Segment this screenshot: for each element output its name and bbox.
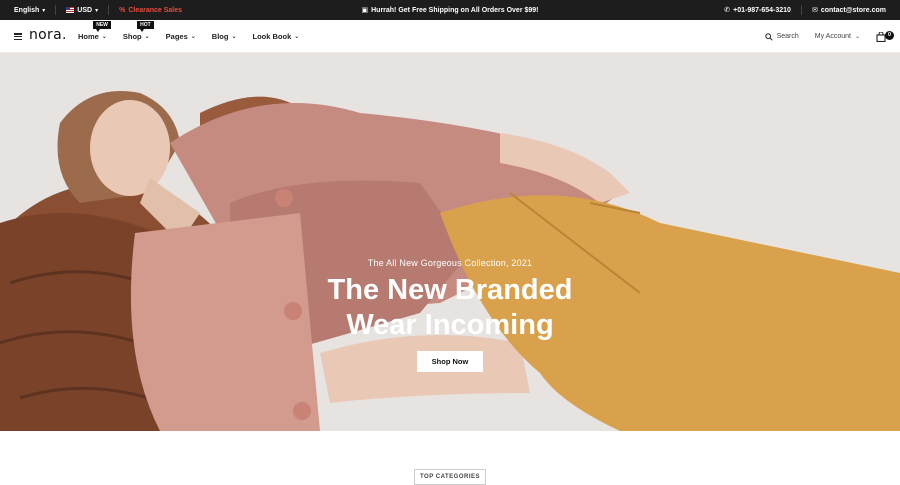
- currency-label: USD: [77, 6, 93, 14]
- divider: [108, 5, 110, 15]
- us-flag-icon: [66, 7, 75, 13]
- account-menu[interactable]: My Account ⌄: [815, 33, 860, 40]
- nav-label: Pages: [165, 32, 188, 41]
- email-text: contact@store.com: [820, 6, 886, 14]
- hot-badge: HOT: [137, 21, 154, 32]
- chevron-down-icon: ⌄: [854, 34, 860, 40]
- chevron-down-icon: ⌄: [101, 34, 107, 40]
- language-selector[interactable]: English ▾: [14, 7, 45, 14]
- main-nav: Home ⌄ NEW Shop ⌄ HOT Pages ⌄ Blog ⌄ Loo…: [78, 20, 299, 53]
- shop-now-button[interactable]: Shop Now: [417, 351, 483, 372]
- top-bar: English ▾ USD ▾ % Clearance Sales ▣ Hurr…: [0, 0, 900, 20]
- site-logo[interactable]: nora.: [29, 27, 67, 43]
- cart-count-badge: 0: [885, 30, 894, 40]
- menu-icon[interactable]: [14, 33, 22, 40]
- hero-content: The All New Gorgeous Collection, 2021 Th…: [0, 53, 900, 431]
- nav-item-shop[interactable]: Shop ⌄ HOT: [122, 21, 154, 41]
- gift-icon: ▣: [361, 7, 369, 14]
- currency-selector[interactable]: USD ▾: [66, 7, 98, 14]
- account-label: My Account: [814, 33, 851, 40]
- nav-item-pages[interactable]: Pages ⌄: [166, 32, 196, 41]
- mail-icon: ✉: [811, 7, 818, 14]
- percent-icon: %: [119, 6, 126, 14]
- top-categories-label: TOP CATEGORIES: [414, 469, 486, 485]
- clearance-link[interactable]: % Clearance Sales: [119, 7, 182, 14]
- promo-text: Hurrah! Get Free Shipping on All Orders …: [371, 6, 539, 14]
- nav-item-look-book[interactable]: Look Book ⌄: [253, 32, 300, 41]
- phone-icon: ✆: [724, 7, 731, 14]
- divider: [55, 5, 57, 15]
- nav-label: Look Book: [252, 32, 292, 41]
- phone-text: +01-987-654-3210: [733, 6, 791, 14]
- search-icon: [764, 32, 773, 41]
- nav-label: Home: [78, 32, 99, 41]
- language-label: English: [14, 6, 40, 14]
- hero-subtitle: The All New Gorgeous Collection, 2021: [367, 258, 533, 268]
- chevron-down-icon: ▾: [42, 7, 46, 14]
- email-link[interactable]: ✉ contact@store.com: [811, 6, 886, 15]
- chevron-down-icon: ⌄: [231, 34, 237, 40]
- search-button[interactable]: Search: [764, 32, 799, 41]
- nav-label: Shop: [122, 32, 142, 41]
- clearance-label: Clearance Sales: [128, 6, 183, 14]
- chevron-down-icon: ⌄: [190, 34, 196, 40]
- chevron-down-icon: ⌄: [144, 34, 150, 40]
- nav-item-home[interactable]: Home ⌄ NEW: [78, 21, 111, 41]
- phone-link[interactable]: ✆ +01-987-654-3210: [724, 6, 791, 15]
- divider: [800, 5, 802, 15]
- chevron-down-icon: ⌄: [294, 34, 300, 40]
- hero-title-line2: Wear Incoming: [346, 309, 554, 341]
- new-badge: NEW: [93, 21, 111, 32]
- cart-button[interactable]: 0: [876, 30, 894, 42]
- hero-title-line1: The New Branded: [327, 274, 573, 306]
- promo-message: ▣ Hurrah! Get Free Shipping on All Order…: [361, 6, 539, 15]
- search-label: Search: [776, 33, 799, 40]
- hero-banner: The All New Gorgeous Collection, 2021 Th…: [0, 53, 900, 431]
- chevron-down-icon: ▾: [95, 7, 99, 14]
- nav-item-blog[interactable]: Blog ⌄: [212, 32, 237, 41]
- nav-label: Blog: [211, 32, 229, 41]
- main-header: nora. Home ⌄ NEW Shop ⌄ HOT Pages ⌄ Blog…: [0, 20, 900, 53]
